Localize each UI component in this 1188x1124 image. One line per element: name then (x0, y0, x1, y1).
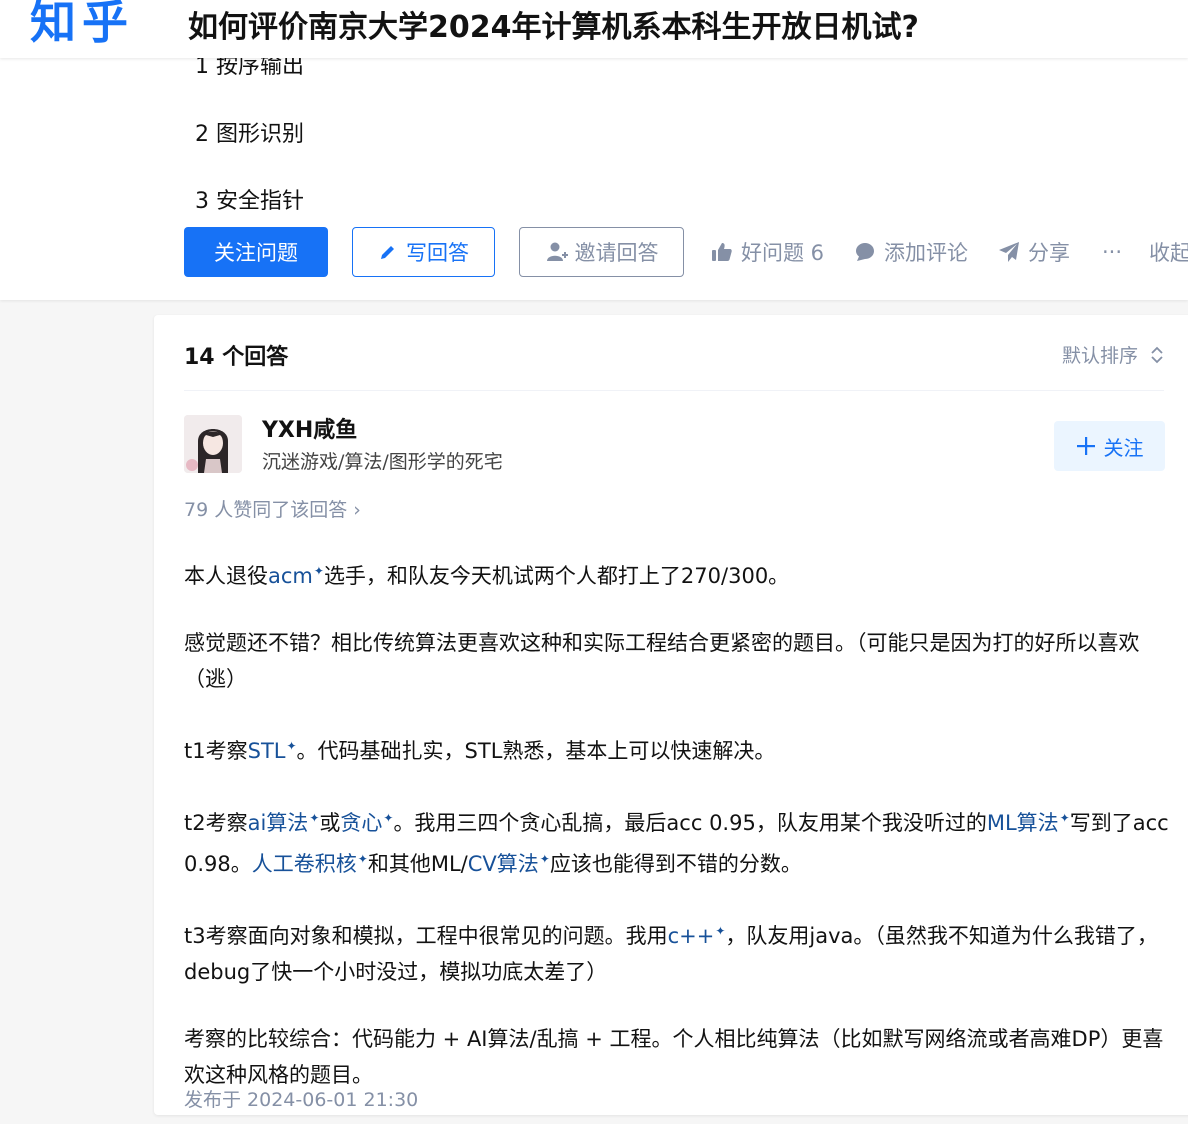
keyword-link[interactable]: ai算法 (248, 811, 309, 835)
post-timestamp[interactable]: 发布于 2024-06-01 21:30 (184, 1085, 418, 1112)
sort-label: 默认排序 (1061, 345, 1138, 367)
sparkle-icon: ✦ (1059, 811, 1070, 825)
answer-count: 14 个回答 (184, 345, 289, 370)
more-label: ··· (1102, 240, 1123, 264)
follow-question-label: 关注问题 (214, 241, 298, 265)
text: 或 (319, 811, 341, 835)
good-question-label: 好问题 6 (741, 241, 825, 265)
sparkle-icon: ✦ (539, 852, 550, 866)
follow-author-label: 关注 (1103, 435, 1144, 460)
answer-paragraph: t2考察ai算法✦或贪心✦。我用三四个贪心乱搞，最后acc 0.95，队友用某个… (184, 800, 1169, 882)
sticky-header: 知乎 如何评价南京大学2024年计算机系本科生开放日机试? (0, 0, 1188, 58)
text: 应该也能得到不错的分数。 (549, 852, 802, 876)
sparkle-icon: ✦ (309, 811, 320, 825)
follow-question-button[interactable]: 关注问题 (184, 227, 328, 277)
answer-paragraph: t1考察STL✦。代码基础扎实，STL熟悉，基本上可以快速解决。 (184, 728, 1169, 769)
answer-content: 本人退役acm✦选手，和队友今天机试两个人都打上了270/300。 感觉题还不错… (184, 553, 1169, 1124)
keyword-link[interactable]: ML算法 (987, 811, 1059, 835)
write-answer-label: 写回答 (406, 241, 469, 265)
keyword-link[interactable]: 贪心 (340, 811, 382, 835)
sparkle-icon: ✦ (286, 739, 297, 753)
add-comment-button[interactable]: 添加评论 (854, 227, 968, 277)
text: 和其他ML/ (367, 852, 468, 876)
answers-header: 14 个回答 默认排序 (184, 337, 1164, 391)
collapse-label: 收起 (1149, 241, 1188, 265)
text: 本人退役 (184, 564, 268, 588)
author-bio: 沉迷游戏/算法/图形学的死宅 (262, 451, 503, 473)
invite-user-icon (546, 242, 568, 261)
write-answer-button[interactable]: 写回答 (352, 227, 495, 277)
keyword-link[interactable]: acm (268, 564, 313, 588)
text: 选手，和队友今天机试两个人都打上了270/300。 (323, 564, 790, 588)
question-actions: 关注问题 写回答 邀请回答 好问题 6 添加评论 分享 ··· 收起 (184, 227, 1188, 277)
sort-chevron-icon (1151, 346, 1163, 363)
keyword-link[interactable]: c++ (668, 924, 715, 948)
share-label: 分享 (1028, 241, 1070, 265)
sparkle-icon: ✦ (313, 564, 324, 578)
avatar[interactable] (184, 415, 242, 473)
upvote-count[interactable]: 79 人赞同了该回答 › (184, 495, 361, 522)
invite-answer-button[interactable]: 邀请回答 (519, 227, 684, 277)
text: 。代码基础扎实，STL熟悉，基本上可以快速解决。 (296, 739, 776, 763)
sparkle-icon: ✦ (715, 924, 726, 938)
more-button[interactable]: ··· (1102, 227, 1122, 277)
question-item: 2 图形识别 (195, 122, 304, 147)
answer-paragraph: 感觉题还不错？相比传统算法更喜欢这种和实际工程结合更紧密的题目。（可能只是因为打… (184, 631, 1140, 691)
pencil-icon (381, 246, 394, 259)
add-comment-label: 添加评论 (884, 241, 968, 265)
comment-icon (856, 243, 874, 261)
thumbs-up-icon (712, 243, 732, 261)
answer-paragraph: 考察的比较综合：代码能力 + AI算法/乱搞 + 工程。个人相比纯算法（比如默写… (184, 1027, 1164, 1087)
keyword-link[interactable]: 人工卷积核 (252, 852, 357, 876)
author-name[interactable]: YXH咸鱼 (262, 412, 357, 444)
sparkle-icon: ✦ (357, 852, 368, 866)
keyword-link[interactable]: CV算法 (468, 852, 539, 876)
answer-paragraph: 本人退役acm✦选手，和队友今天机试两个人都打上了270/300。 (184, 553, 1169, 594)
sparkle-icon: ✦ (383, 811, 394, 825)
question-item: 3 安全指针 (195, 189, 304, 214)
invite-answer-label: 邀请回答 (574, 241, 659, 265)
text: 。我用三四个贪心乱搞，最后acc 0.95，队友用某个我没听过的 (393, 811, 987, 835)
text: t3考察面向对象和模拟，工程中很常见的问题。我用 (184, 924, 668, 948)
keyword-link[interactable]: STL (248, 739, 286, 763)
avatar-image (184, 415, 242, 473)
answer-paragraph: t3考察面向对象和模拟，工程中很常见的问题。我用c++✦，队友用java。（虽然… (184, 913, 1169, 990)
collapse-button[interactable]: 收起 (1149, 227, 1188, 277)
plus-icon (1076, 437, 1095, 455)
share-button[interactable]: 分享 (998, 227, 1070, 277)
paper-plane-icon (999, 242, 1019, 262)
follow-author-button[interactable]: 关注 (1054, 421, 1165, 471)
sort-dropdown[interactable]: 默认排序 (1062, 341, 1164, 368)
question-title[interactable]: 如何评价南京大学2024年计算机系本科生开放日机试? (188, 2, 919, 46)
text: t2考察 (184, 811, 248, 835)
good-question-button[interactable]: 好问题 6 (711, 227, 824, 277)
zhihu-logo[interactable]: 知乎 (30, 0, 134, 52)
answers-card: 14 个回答 默认排序 YXH咸鱼 沉迷游戏/算法/图形学的死宅 关注 79 人… (154, 315, 1188, 1115)
text: t1考察 (184, 739, 248, 763)
